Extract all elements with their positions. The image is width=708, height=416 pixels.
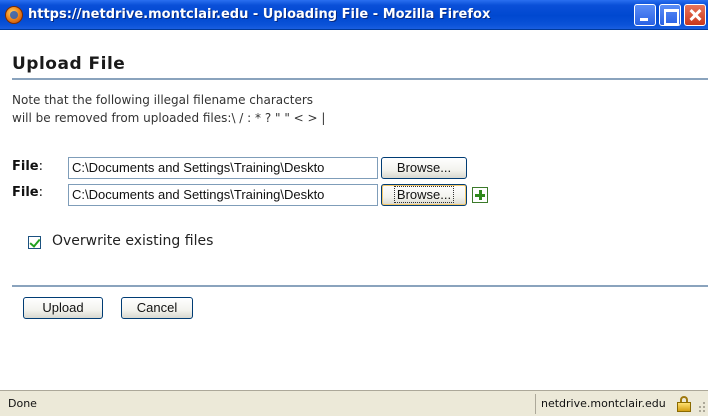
file-label-text: File [12,185,39,200]
status-host: netdrive.montclair.edu [541,397,666,410]
lock-icon[interactable] [677,396,691,412]
status-separator [535,394,536,414]
firefox-icon [5,6,23,24]
file-label-text: File [12,159,39,174]
lock-body [677,402,691,412]
browse-button-2[interactable]: Browse... [381,184,467,206]
upload-button[interactable]: Upload [23,297,103,319]
file-label-2: File: [12,185,43,200]
close-button[interactable] [684,4,706,26]
browse-button-2-label: Browse... [393,186,455,203]
status-bar: Done netdrive.montclair.edu [0,390,708,416]
note-line-1: Note that the following illegal filename… [12,93,314,107]
overwrite-label[interactable]: Overwrite existing files [52,233,213,249]
maximize-button[interactable] [659,4,681,26]
browse-button-1[interactable]: Browse... [381,157,467,179]
file-path-input-1[interactable]: C:\Documents and Settings\Training\Deskt… [68,157,378,179]
minimize-button[interactable] [634,4,656,26]
heading-divider [12,78,708,80]
file-label-1: File: [12,159,43,174]
cancel-button[interactable]: Cancel [121,297,193,319]
status-text: Done [8,397,37,410]
note-line-2: will be removed from uploaded files:\ / … [12,111,326,125]
resize-grip-icon[interactable] [696,399,706,413]
overwrite-checkbox[interactable] [28,236,41,249]
actions-divider [12,285,708,287]
window-title: https://netdrive.montclair.edu - Uploadi… [28,7,491,22]
window-titlebar[interactable]: https://netdrive.montclair.edu - Uploadi… [0,0,708,30]
add-file-icon[interactable] [472,187,488,203]
file-path-input-2[interactable]: C:\Documents and Settings\Training\Deskt… [68,184,378,206]
page-title: Upload File [12,54,126,74]
